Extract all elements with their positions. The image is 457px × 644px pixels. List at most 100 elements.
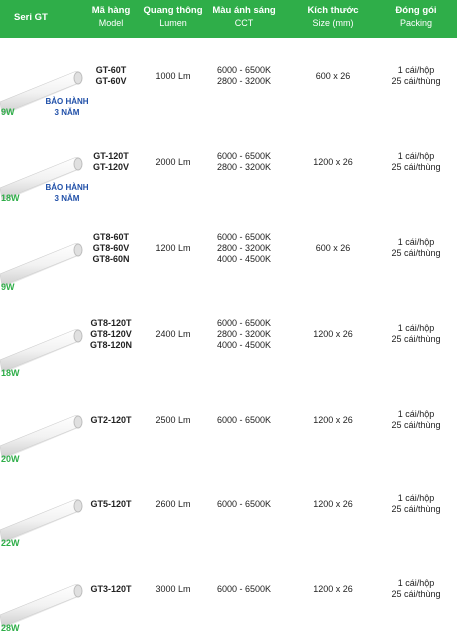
model-code: GT8-120T (90, 317, 132, 328)
size-value: 1200 x 26 (313, 583, 353, 594)
packing-info: 1 cái/hộp 25 cái/thùng (376, 237, 456, 259)
packing-line: 25 cái/thùng (391, 76, 441, 86)
header-model: Mã hàng Model (76, 5, 146, 29)
header-lumen-vi: Quang thông (143, 5, 203, 16)
wattage-label: 18W (1, 193, 20, 203)
warranty-badge: BẢO HÀNH 3 NĂM (44, 96, 90, 118)
cct-range: 6000 - 6500K (216, 317, 272, 328)
cct-values: 6000 - 6500K 2800 - 3200K (200, 151, 288, 173)
header-cct-vi: Màu ánh sáng (212, 5, 276, 16)
cct-values: 6000 - 6500K 2800 - 3200K (200, 65, 288, 87)
warranty-text: BẢO HÀNH (45, 97, 89, 106)
tube-body (0, 499, 82, 543)
table-row: 18W GT8-120T GT8-120V GT8-120N 2400 Lm 6000 -… (0, 298, 457, 384)
tube-body (0, 584, 82, 628)
warranty-badge: BẢO HÀNH 3 NĂM (44, 182, 90, 204)
header-size: Kích thước Size (mm) (300, 5, 366, 29)
lumen-value: 2500 Lm (155, 414, 191, 425)
packing-line: 25 cái/thùng (391, 334, 441, 344)
table-header: Seri GT Mã hàng Model Quang thông Lumen … (0, 0, 457, 38)
packing-line: 1 cái/hộp (397, 493, 435, 503)
warranty-text: 3 NĂM (54, 194, 80, 203)
header-packing-en: Packing (399, 18, 433, 28)
packing-line: 1 cái/hộp (397, 151, 435, 161)
lumen-value: 2400 Lm (155, 328, 191, 339)
header-lumen: Quang thông Lumen (140, 5, 206, 29)
wattage-label: 9W (1, 107, 15, 117)
size-value: 1200 x 26 (313, 156, 353, 167)
series-title: Seri GT (14, 12, 48, 23)
cct-range: 2800 - 3200K (216, 242, 272, 253)
lumen-value: 3000 Lm (155, 583, 191, 594)
model-code: GT8-60V (92, 242, 130, 253)
cct-values: 6000 - 6500K (200, 415, 288, 426)
packing-info: 1 cái/hộp 25 cái/thùng (376, 493, 456, 515)
packing-line: 25 cái/thùng (391, 162, 441, 172)
packing-info: 1 cái/hộp 25 cái/thùng (376, 151, 456, 173)
warranty-text: BẢO HÀNH (45, 183, 89, 192)
size-value: 600 x 26 (315, 242, 351, 253)
packing-info: 1 cái/hộp 25 cái/thùng (376, 578, 456, 600)
packing-info: 1 cái/hộp 25 cái/thùng (376, 323, 456, 345)
cct-range: 4000 - 4500K (216, 253, 272, 264)
size-value: 600 x 26 (315, 70, 351, 81)
packing-line: 25 cái/thùng (391, 420, 441, 430)
packing-line: 1 cái/hộp (397, 323, 435, 333)
tube-body (0, 415, 82, 459)
wattage-label: 22W (1, 538, 20, 548)
model-codes: GT-120T GT-120V (76, 151, 146, 173)
packing-line: 25 cái/thùng (391, 248, 441, 258)
cct-values: 6000 - 6500K 2800 - 3200K 4000 - 4500K (200, 232, 288, 265)
model-codes: GT5-120T (76, 499, 146, 510)
cct-range: 6000 - 6500K (216, 414, 272, 425)
packing-info: 1 cái/hộp 25 cái/thùng (376, 65, 456, 87)
model-code: GT-120T (93, 151, 129, 161)
packing-line: 1 cái/hộp (397, 65, 435, 75)
cct-values: 6000 - 6500K (200, 584, 288, 595)
cct-range: 6000 - 6500K (216, 498, 272, 509)
model-codes: GT2-120T (76, 415, 146, 426)
header-packing-vi: Đóng gói (395, 5, 437, 16)
lumen-value: 1000 Lm (155, 70, 191, 81)
model-code: GT8-60N (92, 253, 130, 264)
cct-range: 6000 - 6500K (216, 151, 272, 161)
model-code: GT5-120T (90, 498, 132, 509)
model-codes: GT-60T GT-60V (76, 65, 146, 87)
cct-range: 6000 - 6500K (216, 231, 272, 242)
cct-range: 6000 - 6500K (216, 583, 272, 594)
header-size-vi: Kích thước (307, 5, 359, 16)
table-row: 28W GT3-120T 3000 Lm 6000 - 6500K 1200 x 26 1… (0, 553, 457, 639)
model-codes: GT8-60T GT8-60V GT8-60N (76, 232, 146, 265)
table-row: 18W BẢO HÀNH 3 NĂM GT-120T GT-120V 2000 Lm 600… (0, 126, 457, 212)
header-lumen-en: Lumen (159, 18, 187, 28)
model-code: GT-60V (95, 76, 127, 86)
cct-range: 2800 - 3200K (216, 162, 272, 172)
model-code: GT-60T (95, 65, 127, 75)
packing-line: 1 cái/hộp (397, 578, 435, 588)
cct-range: 2800 - 3200K (216, 328, 272, 339)
header-cct: Màu ánh sáng CCT (200, 5, 288, 29)
tube-body (0, 243, 82, 287)
model-code: GT3-120T (90, 583, 132, 594)
cct-range: 4000 - 4500K (216, 339, 272, 350)
model-code: GT2-120T (90, 414, 132, 425)
packing-info: 1 cái/hộp 25 cái/thùng (376, 409, 456, 431)
table-row: 9W BẢO HÀNH 3 NĂM GT-60T GT-60V 1000 Lm 6000 -… (0, 40, 457, 126)
warranty-text: 3 NĂM (54, 108, 80, 117)
cct-values: 6000 - 6500K (200, 499, 288, 510)
size-value: 1200 x 26 (313, 414, 353, 425)
cct-values: 6000 - 6500K 2800 - 3200K 4000 - 4500K (200, 318, 288, 351)
cct-range: 2800 - 3200K (216, 76, 272, 86)
wattage-label: 18W (1, 368, 20, 378)
size-value: 1200 x 26 (313, 328, 353, 339)
header-packing: Đóng gói Packing (376, 5, 456, 29)
lumen-value: 2600 Lm (155, 498, 191, 509)
model-code: GT8-120N (89, 339, 133, 350)
model-code: GT8-60T (92, 231, 129, 242)
table-row: 9W GT8-60T GT8-60V GT8-60N 1200 Lm 6000 - 650… (0, 212, 457, 298)
model-code: GT8-120V (90, 328, 132, 339)
packing-line: 25 cái/thùng (391, 589, 441, 599)
table-row: 22W GT5-120T 2600 Lm 6000 - 6500K 1200 x 26 1… (0, 468, 457, 554)
tube-body (0, 329, 82, 373)
model-code: GT-120V (92, 162, 130, 172)
